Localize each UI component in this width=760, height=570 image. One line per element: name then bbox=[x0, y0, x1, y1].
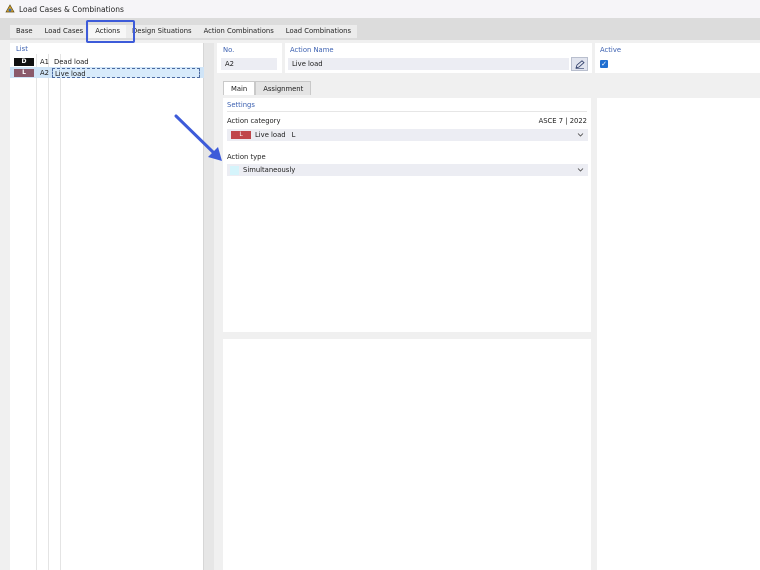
title-bar: Load Cases & Combinations bbox=[0, 0, 760, 18]
action-name-field[interactable]: Live load bbox=[288, 58, 569, 70]
action-badge: L bbox=[14, 68, 34, 77]
number-field[interactable]: A2 bbox=[221, 58, 277, 70]
list-header: List bbox=[16, 45, 28, 53]
tab-base[interactable]: Base bbox=[10, 25, 39, 38]
window-title: Load Cases & Combinations bbox=[19, 4, 124, 14]
chevron-down-icon bbox=[577, 133, 584, 137]
action-name-label: Action Name bbox=[290, 46, 334, 54]
tab-highlight-frame bbox=[86, 20, 135, 43]
category-code: L bbox=[291, 131, 296, 139]
action-name: Live load bbox=[52, 67, 200, 78]
list-item[interactable]: D A1 Dead load bbox=[10, 56, 204, 67]
tab-main[interactable]: Main bbox=[223, 81, 256, 95]
list-panel: List D A1 Dead load L A2 Live load bbox=[10, 43, 204, 570]
number-label: No. bbox=[223, 46, 235, 54]
action-name: Dead load bbox=[54, 57, 89, 66]
column-divider bbox=[36, 54, 37, 570]
tab-design-situations[interactable]: Design Situations bbox=[126, 25, 198, 38]
divider bbox=[227, 111, 587, 112]
tab-assignment[interactable]: Assignment bbox=[255, 81, 312, 95]
app-icon bbox=[5, 4, 15, 13]
standard-label: ASCE 7 | 2022 bbox=[538, 117, 587, 125]
type-swatch bbox=[230, 165, 239, 175]
active-label: Active bbox=[600, 46, 622, 54]
action-id: A1 bbox=[40, 57, 49, 66]
action-category-select[interactable]: L Live load L bbox=[227, 129, 588, 141]
chevron-down-icon bbox=[577, 168, 584, 172]
sub-tab-bar: Main Assignment bbox=[223, 81, 312, 95]
action-badge: D bbox=[14, 57, 34, 66]
action-type-label: Action type bbox=[227, 153, 266, 161]
column-divider bbox=[48, 54, 49, 570]
type-value: Simultaneously bbox=[243, 166, 296, 174]
action-type-select[interactable]: Simultaneously bbox=[227, 164, 588, 176]
tab-load-cases[interactable]: Load Cases bbox=[39, 25, 90, 38]
settings-title: Settings bbox=[227, 101, 255, 109]
tab-action-combinations[interactable]: Action Combinations bbox=[198, 25, 280, 38]
pencil-icon bbox=[574, 59, 585, 69]
action-category-label: Action category bbox=[227, 117, 281, 125]
lower-card bbox=[223, 339, 591, 570]
settings-card: Settings Action category ASCE 7 | 2022 L… bbox=[223, 98, 591, 332]
tab-strip: Base Load Cases Actions Design Situation… bbox=[10, 25, 358, 38]
panel-splitter[interactable] bbox=[204, 43, 214, 570]
active-checkbox[interactable]: ✓ bbox=[600, 60, 608, 68]
action-id: A2 bbox=[40, 68, 49, 77]
edit-name-button[interactable] bbox=[571, 57, 588, 71]
category-value: Live load bbox=[255, 131, 286, 139]
tab-load-combinations[interactable]: Load Combinations bbox=[280, 25, 357, 38]
right-card bbox=[597, 98, 760, 570]
column-divider bbox=[60, 54, 61, 570]
category-badge: L bbox=[231, 131, 251, 139]
list-item-selected[interactable]: L A2 Live load bbox=[10, 67, 204, 78]
